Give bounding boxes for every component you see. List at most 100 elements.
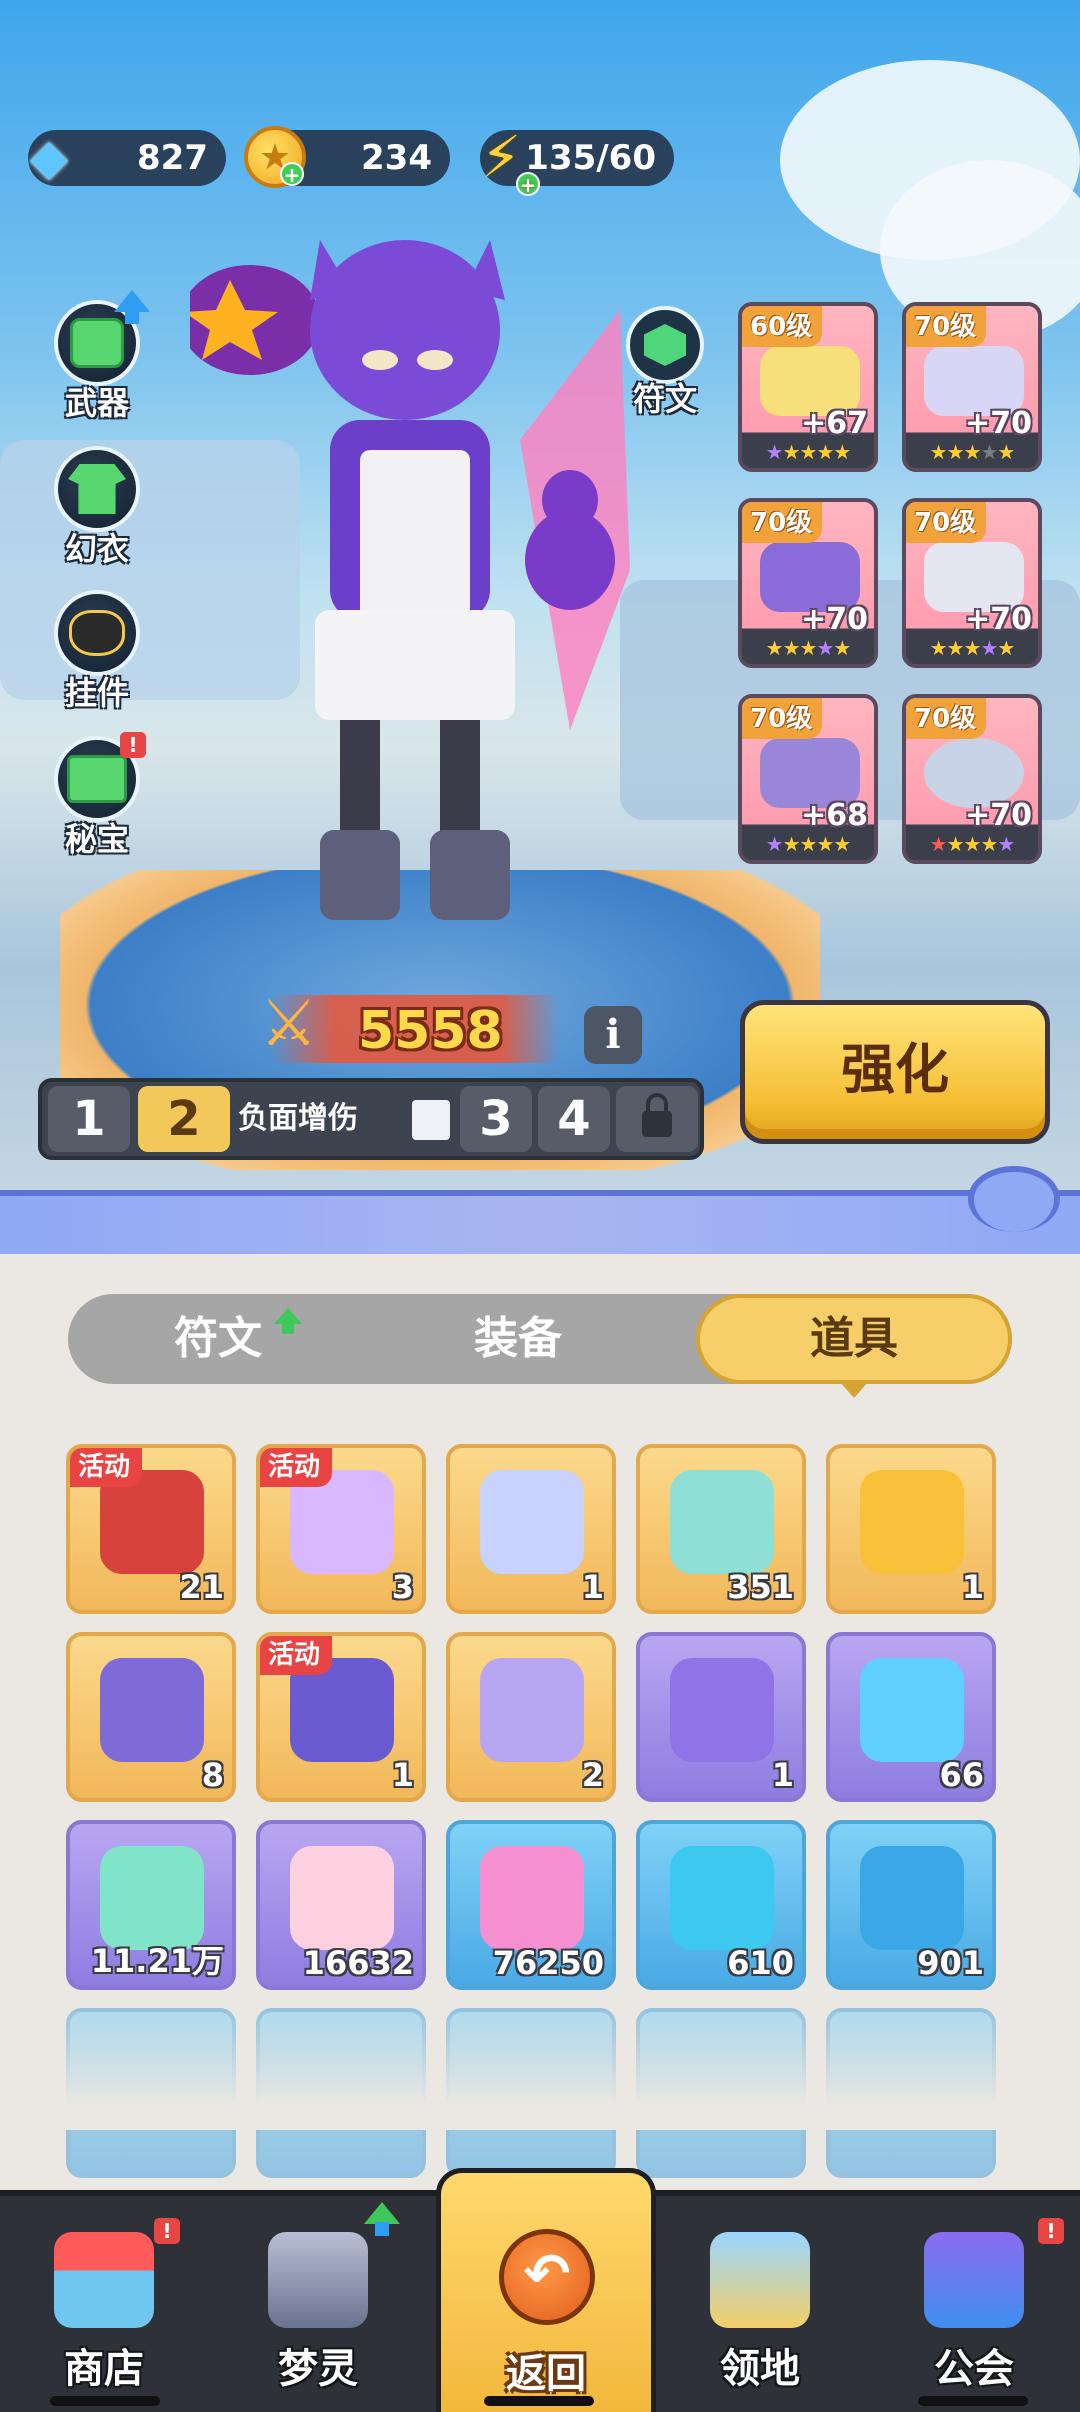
star-icon: ★ [799, 636, 818, 660]
add-coin-icon[interactable]: + [280, 162, 304, 186]
tab-rune[interactable]: 符文 [68, 1294, 368, 1384]
nav-dream-spirit[interactable]: 梦灵 [218, 2196, 418, 2412]
coin-count: 234 [361, 138, 432, 178]
tab-rune-label: 符文 [174, 1313, 262, 1364]
equipment-plus: +67 [801, 406, 868, 441]
character-shirt [360, 450, 470, 620]
inventory-item[interactable]: 活动 3 [256, 1444, 426, 1614]
nav-back[interactable]: ↶ 返回 [436, 2168, 656, 2412]
inventory-item[interactable]: 11.21万 [66, 1820, 236, 1990]
nav-back-label: 返回 [506, 2351, 586, 2397]
back-arrow-icon: ↶ [499, 2229, 595, 2325]
star-icon: ★ [946, 832, 965, 856]
item-count: 16632 [302, 1944, 414, 1982]
sword-icon: ⚔ [260, 987, 318, 1061]
inventory-item[interactable]: 1 [446, 1444, 616, 1614]
nav-shop[interactable]: ! 商店 [4, 2196, 204, 2412]
pendant-label: 挂件 [64, 674, 129, 712]
preset-name[interactable]: 负面增伤 [238, 1086, 454, 1152]
equipment-plus: +70 [965, 798, 1032, 833]
equipment-slot-accessory[interactable]: 70级 +70 ★★★★★ [902, 694, 1042, 864]
inventory-item[interactable]: 活动 21 [66, 1444, 236, 1614]
equipment-slot-helmet[interactable]: 60级 +67 ★★★★★ [738, 302, 878, 472]
add-energy-icon[interactable]: + [516, 172, 540, 196]
event-tag: 活动 [260, 1636, 333, 1675]
upgrade-arrow-icon [364, 2202, 400, 2236]
equipment-slot-jacket[interactable]: 70级 +70 ★★★★★ [902, 302, 1042, 472]
rune-icon [626, 306, 704, 384]
panel-header-strip [0, 1166, 1080, 1260]
star-icon: ★ [833, 636, 851, 660]
item-count: 76250 [492, 1944, 604, 1982]
coin-counter[interactable]: ★ + 234 [244, 126, 450, 188]
preset-tab-1[interactable]: 1 [48, 1086, 130, 1152]
item-count: 1 [581, 1568, 604, 1606]
equipment-slot-shoes[interactable]: 70级 +68 ★★★★★ [738, 694, 878, 864]
equipment-stars: ★★★★★ [906, 440, 1038, 464]
treasure-button[interactable]: ! 秘宝 [32, 732, 162, 866]
rune-button[interactable]: 符文 [610, 306, 720, 426]
pendant-button[interactable]: 挂件 [32, 590, 162, 720]
equipment-level: 70级 [906, 698, 987, 739]
star-icon: ★ [963, 636, 982, 660]
enhance-button[interactable]: 强化 [740, 1000, 1050, 1144]
tab-items[interactable]: 道具 [696, 1294, 1012, 1398]
equipment-slot-pants[interactable]: 70级 +70 ★★★★★ [902, 498, 1042, 668]
weapon-label: 武器 [64, 384, 129, 422]
star-icon: ★ [997, 832, 1015, 856]
green-crystal-icon [100, 1846, 204, 1950]
edit-icon[interactable] [412, 1100, 450, 1140]
equipment-stars: ★★★★★ [742, 636, 874, 660]
shirt-icon [54, 446, 140, 532]
equipment-slot-bracer[interactable]: 70级 +70 ★★★★★ [738, 498, 878, 668]
inventory-item[interactable]: 901 [826, 1820, 996, 1990]
item-count: 2 [581, 1756, 604, 1794]
inventory-item[interactable]: 1 [636, 1632, 806, 1802]
inventory-item[interactable]: 活动 1 [256, 1632, 426, 1802]
preset-tab-2[interactable]: 2 [138, 1086, 230, 1152]
inventory-item[interactable]: 610 [636, 1820, 806, 1990]
weapon-button[interactable]: 武器 [32, 290, 162, 430]
item-count: 1 [391, 1756, 414, 1794]
star-icon: ★ [980, 440, 998, 464]
alert-badge-icon: ! [154, 2218, 180, 2244]
nav-guild[interactable]: ! 公会 [874, 2196, 1074, 2412]
spirit-orb-icon [860, 1658, 964, 1762]
upgrade-arrow-icon [114, 290, 150, 324]
nav-shop-label: 商店 [64, 2346, 144, 2392]
star-icon: ★ [833, 440, 851, 464]
preset-tab-4[interactable]: 4 [538, 1086, 610, 1152]
inventory-item[interactable]: 2 [446, 1632, 616, 1802]
tab-equipment[interactable]: 装备 [368, 1294, 668, 1384]
event-tag: 活动 [70, 1448, 143, 1487]
info-button[interactable]: i [584, 1006, 642, 1064]
nav-territory-label: 领地 [720, 2346, 800, 2392]
star-icon: ★ [816, 440, 834, 464]
inventory-item[interactable]: 66 [826, 1632, 996, 1802]
robot-icon [268, 2232, 368, 2328]
star-icon: ★ [929, 440, 948, 464]
energy-counter[interactable]: ⚡ + 135/60 [480, 123, 674, 196]
inventory-item[interactable]: 76250 [446, 1820, 616, 1990]
combat-power-value: 5558 [358, 1001, 503, 1061]
star-icon: ★ [765, 440, 784, 464]
inventory-item[interactable]: 16632 [256, 1820, 426, 1990]
inventory-item[interactable]: 1 [826, 1444, 996, 1614]
inventory-item[interactable]: 8 [66, 1632, 236, 1802]
alert-badge-icon: ! [1038, 2218, 1064, 2244]
upgrade-arrow-icon [274, 1308, 302, 1334]
preset-tab-3[interactable]: 3 [460, 1086, 532, 1152]
preset-name-label: 负面增伤 [238, 1101, 358, 1136]
lock-icon[interactable] [616, 1086, 698, 1152]
star-icon: ★ [816, 832, 834, 856]
guild-hat-icon [924, 2232, 1024, 2328]
star-icon: ★ [963, 440, 982, 464]
gem-counter[interactable]: ◆ 827 [28, 128, 226, 186]
equipment-level: 70级 [742, 502, 823, 543]
costume-button[interactable]: 幻衣 [32, 446, 162, 576]
star-icon: ★ [929, 832, 948, 856]
character-head [310, 240, 500, 420]
star-icon: ★ [997, 636, 1015, 660]
inventory-item[interactable]: 351 [636, 1444, 806, 1614]
nav-territory[interactable]: 领地 [660, 2196, 860, 2412]
